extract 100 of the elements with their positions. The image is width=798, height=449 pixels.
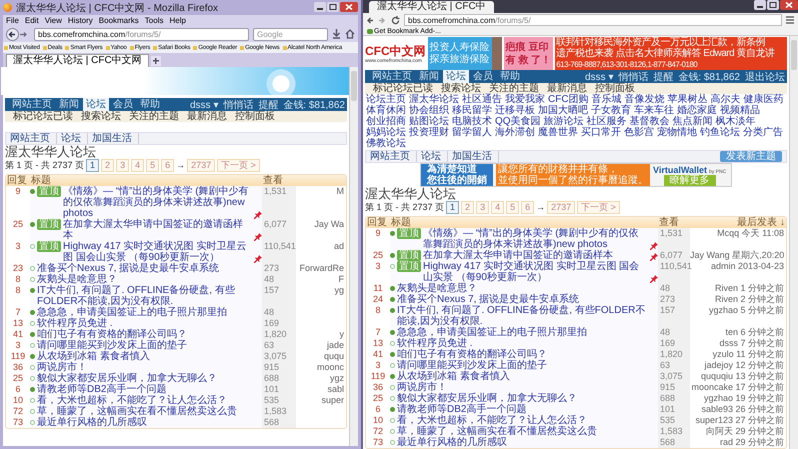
thread-link[interactable]: 《情殇》— “情”出的身体美学 (舞剧中少有的仅依靠舞蹈演员的身体来讲述故事)new photos <box>63 186 252 219</box>
category-link[interactable]: 魔兽世界 <box>538 127 578 138</box>
category-link[interactable]: 健康医药 <box>744 94 784 105</box>
category-link[interactable]: 贴图论坛 <box>409 116 449 127</box>
subnav-link[interactable]: 最新消息 <box>187 111 227 122</box>
category-link[interactable]: QQ美食园 <box>495 116 541 127</box>
address-bar[interactable]: bbs.comefromchina.com/forums/5/ <box>34 28 249 40</box>
category-link[interactable]: 视频精品 <box>720 105 760 116</box>
breadcrumb-link[interactable]: 加国生活 <box>92 133 139 144</box>
category-link[interactable]: 焦点新闻 <box>672 116 713 127</box>
category-link[interactable]: 分类广告 <box>743 127 783 138</box>
category-link[interactable]: 音像发烧 <box>624 94 665 105</box>
column-header[interactable]: 查看 <box>262 175 296 186</box>
category-link[interactable]: 高尔夫 <box>710 94 741 105</box>
menu-item[interactable]: View <box>44 16 62 25</box>
category-link[interactable]: 海外滞创 <box>495 127 535 138</box>
subnav-link[interactable]: 搜索论坛 <box>441 83 481 94</box>
browser-tab[interactable]: 渥太华华人论坛 | CFC中文网 <box>6 54 149 67</box>
category-link[interactable]: 创业招商 <box>366 116 406 127</box>
column-header[interactable]: 标题 <box>30 175 262 186</box>
user-link[interactable]: 金钱: $81,862 <box>676 70 742 84</box>
category-link[interactable]: 音乐城 <box>592 94 622 105</box>
category-link[interactable]: 宠物情地 <box>657 127 697 138</box>
nav-tab[interactable]: 论坛 <box>83 98 109 111</box>
menu-item[interactable]: Help <box>169 16 186 25</box>
subnav-link[interactable]: 控制面板 <box>595 83 635 94</box>
category-link[interactable]: 苹果树丛 <box>668 94 708 105</box>
nav-tab[interactable]: 论坛 <box>443 70 469 83</box>
nav-tab[interactable]: 帮助 <box>137 98 163 111</box>
category-link[interactable]: 迁移寻板 <box>495 105 535 116</box>
column-header[interactable]: 回复 <box>366 217 390 228</box>
scrollbar[interactable] <box>349 67 358 446</box>
category-link[interactable]: 渥太华论坛 <box>409 94 459 105</box>
category-link[interactable]: 车来车往 <box>634 105 674 116</box>
category-link[interactable]: 买口常开 <box>581 127 621 138</box>
user-link[interactable]: 悄悄话 <box>616 70 650 84</box>
menu-item[interactable]: Bookmarks <box>98 16 139 25</box>
download-icon[interactable] <box>332 29 341 39</box>
menu-item[interactable]: History <box>68 16 93 25</box>
nav-tab[interactable]: 网站主页 <box>369 70 415 83</box>
user-link[interactable]: 退出论坛 <box>743 70 787 84</box>
thread-link[interactable]: Highway 417 实时交通状况图 实时卫星云图 国会山实景 （每90秒更新一次） <box>423 261 648 283</box>
nav-tab[interactable]: 网站主页 <box>9 98 55 111</box>
thread-link[interactable]: 在加拿大渥太华申请中国签证的邀请函样本 <box>423 250 648 261</box>
category-link[interactable]: 妈妈论坛 <box>366 127 406 138</box>
category-link[interactable]: 论坛主页 <box>366 94 406 105</box>
category-link[interactable]: 留学留人 <box>452 127 492 138</box>
breadcrumb-link[interactable]: 加国生活 <box>452 151 499 162</box>
menu-item[interactable]: Tools <box>144 16 164 25</box>
legal-ad[interactable]: 联邦针对移民海外资产及一万元以上汇款，新条例 遗产税也来袭 点击名大律师亲解答 Edward 黄自龙讲 613-769-8887,613-301-8126,1-877-847-0180 <box>555 37 787 70</box>
category-link[interactable]: 钓鱼论坛 <box>700 127 740 138</box>
menu-item[interactable]: Edit <box>24 16 39 25</box>
category-link[interactable]: 加国大晒吧 <box>538 105 588 116</box>
nav-tab[interactable]: 帮助 <box>497 70 523 83</box>
subnav-link[interactable]: 关注的主题 <box>129 111 179 122</box>
category-link[interactable]: 协会组织 <box>409 105 449 116</box>
column-header[interactable]: 查看 <box>658 217 690 228</box>
window-controls-icon[interactable] <box>314 2 358 13</box>
category-link[interactable]: 旅游论坛 <box>544 116 584 127</box>
category-link[interactable]: 佛教论坛 <box>366 138 406 149</box>
category-link[interactable]: 移民留学 <box>452 105 492 116</box>
category-link[interactable]: 枫木淡年 <box>716 116 756 127</box>
nav-tab[interactable]: 新闻 <box>416 70 442 83</box>
scrollbar[interactable] <box>789 36 798 449</box>
breadcrumb-link[interactable]: 网站主页 <box>370 151 417 162</box>
menu-icon[interactable] <box>786 16 794 24</box>
user-link[interactable]: dsss ▾ <box>188 98 220 110</box>
breadcrumb-link[interactable]: 网站主页 <box>10 133 57 144</box>
user-link[interactable]: 提醒 <box>256 98 280 112</box>
subnav-link[interactable]: 控制面板 <box>235 111 275 122</box>
category-link[interactable]: CFC团购 <box>548 94 589 105</box>
browser-tab[interactable]: 渥太华华人论坛 | CFC中 <box>369 1 494 13</box>
thread-link[interactable]: Highway 417 实时交通状况图 实时卫星云图 国会山实景 （每90秒更新一次） <box>63 241 252 263</box>
page-link[interactable]: 1 <box>86 159 100 172</box>
breadcrumb-link[interactable]: 论坛 <box>61 133 88 144</box>
reload-icon[interactable] <box>391 16 400 24</box>
category-link[interactable]: 社区服务 <box>586 116 627 127</box>
subnav-link[interactable]: 标记论坛已读 <box>13 111 73 122</box>
subnav-link[interactable]: 最新消息 <box>547 83 587 94</box>
home-icon[interactable] <box>345 29 355 39</box>
subnav-link[interactable]: 关注的主题 <box>489 83 539 94</box>
category-link[interactable]: 子女教育 <box>591 105 631 116</box>
category-link[interactable]: 基督教会 <box>630 116 670 127</box>
category-link[interactable]: 我爱我家 <box>505 94 545 105</box>
user-link[interactable]: 悄悄话 <box>221 98 256 112</box>
column-header[interactable]: 标题 <box>390 217 658 228</box>
category-link[interactable]: 体育休闲 <box>366 105 406 116</box>
thread-link[interactable]: 《情殇》— “情”出的身体美学 (舞剧中少有的仅依靠舞蹈演员的身体来讲述故事)new photos <box>423 228 648 250</box>
address-bar[interactable]: bbs.comefromchina.com/forums/5/ <box>404 14 782 26</box>
nav-tab[interactable]: 会员 <box>110 98 136 111</box>
user-link[interactable]: 提醒 <box>651 70 676 84</box>
back-forward-icon[interactable] <box>367 16 387 24</box>
subnav-link[interactable]: 标记论坛已读 <box>373 83 433 94</box>
thread-link[interactable]: 在加拿大渥太华申请中国签证的邀请函样本 <box>63 219 252 241</box>
category-link[interactable]: 投资理财 <box>409 127 449 138</box>
category-link[interactable]: 社区通告 <box>462 94 502 105</box>
nav-tab[interactable]: 会员 <box>470 70 496 83</box>
user-link[interactable]: 金钱: $81,862 <box>281 98 347 112</box>
new-tab-icon[interactable] <box>150 56 161 66</box>
column-header[interactable]: 回复 <box>6 175 30 186</box>
